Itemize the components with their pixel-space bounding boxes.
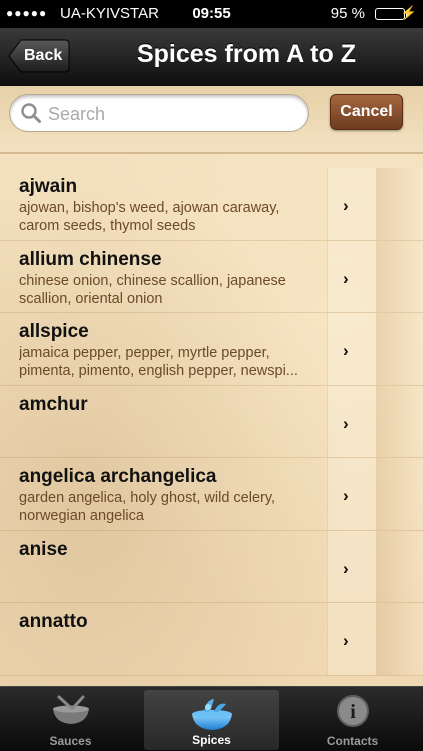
tab-sauces[interactable]: Sauces bbox=[0, 687, 141, 751]
search-bar: Cancel bbox=[0, 86, 423, 154]
charging-icon: ⚡ bbox=[400, 5, 417, 20]
spice-name: allspice bbox=[19, 321, 89, 342]
spice-name: anise bbox=[19, 538, 68, 560]
disclosure-column bbox=[327, 603, 376, 675]
svg-text:i: i bbox=[350, 701, 356, 723]
back-button[interactable]: Back bbox=[8, 39, 70, 73]
contacts-info-icon: i bbox=[336, 695, 369, 727]
chevron-right-icon[interactable]: › bbox=[343, 631, 349, 651]
page-title: Spices from A to Z bbox=[136, 40, 356, 68]
spices-bowl-icon bbox=[191, 699, 232, 730]
spice-name: annatto bbox=[19, 611, 88, 632]
tab-label: Sauces bbox=[49, 734, 92, 748]
search-icon bbox=[21, 103, 41, 123]
spice-list: ajwain ajowan, bishop's weed, ajowan car… bbox=[0, 168, 423, 676]
list-item[interactable]: anise › bbox=[0, 530, 423, 603]
status-bar: ●●●●● UA-KYIVSTAR 09:55 95 % ⚡ bbox=[0, 0, 423, 28]
chevron-right-icon[interactable]: › bbox=[343, 559, 349, 579]
row-decoration bbox=[376, 458, 423, 530]
disclosure-column bbox=[327, 530, 376, 602]
list-item[interactable]: allspice jamaica pepper, pepper, myrtle … bbox=[0, 313, 423, 386]
back-button-label: Back bbox=[24, 47, 63, 64]
tab-bar: Sauces Spices i Contacts bbox=[0, 686, 423, 751]
chevron-right-icon[interactable]: › bbox=[343, 486, 349, 506]
search-field[interactable] bbox=[9, 94, 309, 132]
list-item[interactable]: angelica archangelica garden angelica, h… bbox=[0, 458, 423, 531]
spice-synonyms: garden angelica, holy ghost, wild celery… bbox=[19, 490, 276, 524]
tab-label: Spices bbox=[192, 733, 231, 747]
navigation-bar: Back Spices from A to Z bbox=[0, 28, 423, 87]
spice-list-screen: Cancel ajwain ajowan, bishop's weed, ajo… bbox=[0, 86, 423, 686]
cancel-button[interactable]: Cancel bbox=[330, 94, 403, 130]
spice-synonyms: ajowan, bishop's weed, ajowan caraway, c… bbox=[19, 200, 280, 234]
list-item[interactable]: ajwain ajowan, bishop's weed, ajowan car… bbox=[0, 168, 423, 241]
spice-name: amchur bbox=[19, 393, 88, 415]
row-decoration bbox=[376, 385, 423, 457]
tab-contacts[interactable]: i Contacts bbox=[282, 687, 423, 751]
disclosure-column bbox=[327, 240, 376, 312]
row-decoration bbox=[376, 168, 423, 240]
chevron-right-icon[interactable]: › bbox=[343, 414, 349, 434]
row-decoration bbox=[376, 313, 423, 385]
chevron-right-icon[interactable]: › bbox=[343, 341, 349, 361]
spice-synonyms: jamaica pepper, pepper, myrtle pepper, p… bbox=[19, 345, 298, 379]
list-item[interactable]: annatto › bbox=[0, 603, 423, 676]
battery-percent: 95 % bbox=[330, 5, 365, 22]
row-decoration bbox=[376, 530, 423, 602]
tab-label: Contacts bbox=[326, 734, 379, 748]
list-item[interactable]: allium chinense chinese onion, chinese s… bbox=[0, 240, 423, 313]
row-decoration bbox=[376, 240, 423, 312]
disclosure-column bbox=[327, 458, 376, 530]
chevron-right-icon[interactable]: › bbox=[343, 269, 349, 289]
row-decoration bbox=[376, 603, 423, 675]
search-input[interactable] bbox=[46, 101, 300, 127]
chevron-right-icon[interactable]: › bbox=[343, 196, 349, 216]
tab-spices[interactable]: Spices bbox=[144, 690, 279, 750]
spice-name: angelica archangelica bbox=[19, 466, 217, 487]
disclosure-column bbox=[327, 385, 376, 457]
disclosure-column bbox=[327, 168, 376, 240]
disclosure-column bbox=[327, 313, 376, 385]
spice-name: allium chinense bbox=[19, 248, 162, 270]
spice-synonyms: chinese onion, chinese scallion, japanes… bbox=[19, 272, 286, 307]
sauces-bowl-icon bbox=[52, 695, 89, 724]
spice-name: ajwain bbox=[19, 176, 78, 197]
list-item[interactable]: amchur › bbox=[0, 385, 423, 458]
